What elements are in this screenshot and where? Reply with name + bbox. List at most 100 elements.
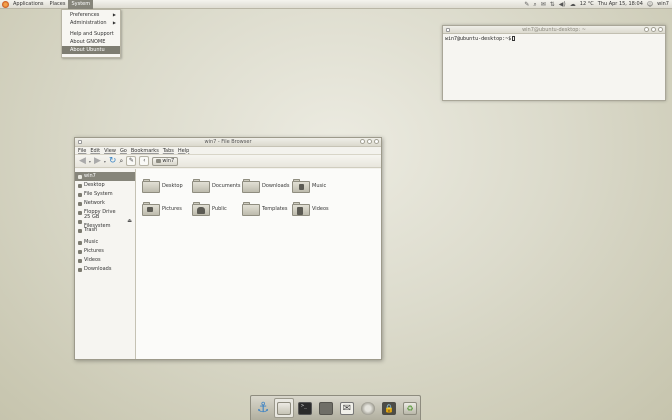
sidebar-item-25gb[interactable]: 25 GB Filesystem ⏏ [75, 214, 135, 229]
terminal-titlebar[interactable]: win7@ubuntu-desktop: ~ [443, 26, 665, 34]
weather-icon: ☁ [569, 0, 576, 8]
volume-icon[interactable]: ◀) [559, 0, 566, 9]
dock-item-files[interactable] [316, 398, 336, 418]
menu-help[interactable]: Help [178, 148, 189, 154]
menu-item-about-gnome[interactable]: About GNOME [62, 38, 120, 46]
sidebar-item-network[interactable]: Network [75, 199, 135, 208]
file-browser-title: win7 - File Browser [204, 139, 252, 145]
eject-icon[interactable]: ⏏ [127, 217, 132, 226]
sidebar-item-music[interactable]: Music [75, 238, 135, 247]
videos-icon [78, 258, 82, 263]
folder-videos[interactable]: Videos [292, 197, 342, 220]
dock-item-anchor[interactable]: ⚓ [253, 398, 273, 418]
dock-item-terminal[interactable]: >_ [295, 398, 315, 418]
folder-label: Public [212, 205, 227, 212]
menu-file[interactable]: File [78, 148, 86, 154]
minimize-button[interactable] [360, 139, 365, 144]
forward-dropdown-icon[interactable]: ▾ [104, 159, 106, 164]
file-manager-icon [277, 401, 291, 415]
folder-public[interactable]: Public [192, 197, 242, 220]
folder-templates[interactable]: Templates [242, 197, 292, 220]
drive-icon [78, 219, 82, 224]
terminal-body[interactable]: win7@ubuntu-desktop:~$ [443, 34, 665, 100]
desktop-icon [78, 183, 82, 188]
dock-item-mail[interactable]: ✉ [337, 398, 357, 418]
sidebar-item-pictures[interactable]: Pictures [75, 247, 135, 256]
menu-tabs[interactable]: Tabs [163, 148, 174, 154]
icon-view[interactable]: Desktop Documents Downloads Music Pictur… [136, 169, 381, 359]
edit-location-button[interactable]: ✎ [126, 156, 137, 166]
maximize-button[interactable] [367, 139, 372, 144]
folder-label: Pictures [162, 205, 182, 212]
minimize-button[interactable] [644, 27, 649, 32]
dock-item-disk[interactable] [358, 398, 378, 418]
back-arrow-icon[interactable]: ◀ [79, 155, 86, 168]
panel-menus: Applications Places System [0, 0, 94, 9]
menu-item-preferences[interactable]: Preferences ▶ [62, 11, 120, 19]
anchor-icon: ⚓ [256, 400, 270, 416]
clock[interactable]: Thu Apr 15, 18:04 [598, 0, 643, 9]
folder-label: Music [312, 182, 327, 189]
downloads-folder-icon [242, 178, 260, 193]
menu-places[interactable]: Places [47, 0, 69, 9]
floppy-icon [78, 210, 82, 215]
downloads-icon [78, 267, 82, 272]
folder-pictures[interactable]: Pictures [142, 197, 192, 220]
music-folder-icon [292, 178, 310, 193]
menu-edit[interactable]: Edit [90, 148, 100, 154]
reload-icon[interactable]: ↻ [109, 155, 117, 168]
back-dropdown-icon[interactable]: ▾ [89, 159, 91, 164]
submenu-arrow-icon: ▶ [112, 20, 116, 25]
search-icon[interactable]: ⌕ [119, 157, 123, 166]
edit-icon[interactable]: ✎ [524, 0, 529, 9]
sidebar-item-videos[interactable]: Videos [75, 256, 135, 265]
network-icon [78, 201, 82, 206]
sidebar-item-label: Trash [84, 227, 98, 233]
mail-icon[interactable]: ✉ [541, 0, 546, 9]
sidebar-item-home[interactable]: win7 [75, 172, 135, 181]
terminal-title: win7@ubuntu-desktop: ~ [522, 27, 586, 33]
sidebar-item-file-system[interactable]: File System [75, 190, 135, 199]
menu-item-label: About GNOME [70, 39, 106, 45]
close-button[interactable] [374, 139, 379, 144]
folder-downloads[interactable]: Downloads [242, 174, 292, 197]
sidebar-item-downloads[interactable]: Downloads [75, 265, 135, 274]
sidebar-item-desktop[interactable]: Desktop [75, 181, 135, 190]
temperature[interactable]: 12 °C [580, 0, 594, 9]
search-icon[interactable]: ⌕ [533, 0, 536, 9]
folder-icon [142, 178, 160, 193]
menu-bookmarks[interactable]: Bookmarks [131, 148, 159, 154]
menu-item-help[interactable]: Help and Support [62, 30, 120, 38]
maximize-button[interactable] [651, 27, 656, 32]
path-left-button[interactable]: ‹ [139, 156, 150, 166]
file-browser-toolbar: ◀ ▾ ▶ ▾ ↻ ⌕ ✎ ‹ win7 [75, 155, 381, 168]
menu-item-label: About Ubuntu [70, 47, 105, 53]
menu-item-about-ubuntu[interactable]: About Ubuntu [62, 46, 120, 54]
menu-applications[interactable]: Applications [10, 0, 47, 9]
network-icon[interactable]: ⇅ [550, 0, 555, 9]
forward-arrow-icon[interactable]: ▶ [94, 155, 101, 168]
folder-desktop[interactable]: Desktop [142, 174, 192, 197]
menu-go[interactable]: Go [120, 148, 127, 154]
user-name[interactable]: win7 [657, 0, 669, 9]
lock-icon: 🔒 [382, 401, 396, 415]
menu-view[interactable]: View [104, 148, 116, 154]
dock-item-file-manager[interactable] [274, 398, 294, 418]
terminal-cursor [512, 36, 516, 41]
menu-system[interactable]: System [68, 0, 94, 9]
file-browser-titlebar[interactable]: win7 - File Browser [75, 138, 381, 147]
dock-item-lock[interactable]: 🔒 [379, 398, 399, 418]
close-button[interactable] [658, 27, 663, 32]
folder-music[interactable]: Music [292, 174, 342, 197]
drive-icon [78, 192, 82, 197]
menu-item-administration[interactable]: Administration ▶ [62, 19, 120, 27]
path-segment-home[interactable]: win7 [152, 156, 179, 166]
dock-item-trash[interactable]: ♻ [400, 398, 420, 418]
submenu-arrow-icon: ▶ [112, 12, 116, 17]
mail-icon: ✉ [340, 401, 354, 415]
path-segment-label: win7 [162, 157, 175, 164]
folder-documents[interactable]: Documents [192, 174, 242, 197]
menu-item-label: Administration [70, 20, 107, 26]
ubuntu-logo-icon[interactable] [2, 0, 9, 8]
public-folder-icon [192, 201, 210, 216]
